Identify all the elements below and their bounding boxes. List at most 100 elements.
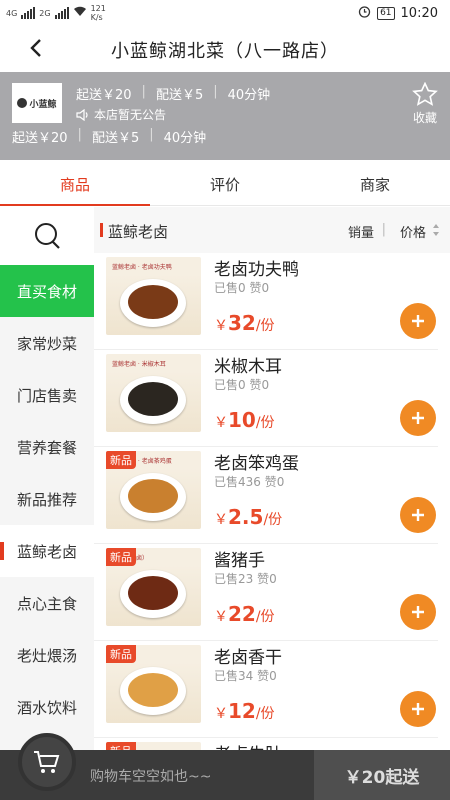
price-value: 12 <box>228 699 256 723</box>
signal-icon-2 <box>54 7 69 19</box>
sidebar-item-set-meal[interactable]: 营养套餐 <box>0 421 94 473</box>
new-badge: 新品 <box>106 548 136 566</box>
price-unit: /份 <box>263 512 283 528</box>
product-price: ￥22/份 <box>214 602 275 626</box>
currency-symbol: ￥ <box>214 609 228 625</box>
store-logo[interactable]: 小蓝鲸 <box>12 83 62 123</box>
store-notice: 本店暂无公告 <box>76 106 166 123</box>
product-item[interactable]: 新品 老卤牛肚 ￥ <box>94 738 438 750</box>
delivery-time: 40分钟 <box>163 131 207 146</box>
product-stats: 已售0 赞0 <box>214 378 270 392</box>
add-to-cart-button[interactable] <box>400 691 436 727</box>
product-item[interactable]: 蓝鲸老卤 · 老卤茶鸡蛋 新品 老卤笨鸡蛋 已售436 赞0 ￥2.5/份 <box>94 447 438 544</box>
favorite-button[interactable]: 收藏 <box>412 81 438 126</box>
clock: 10:20 <box>400 6 438 21</box>
food-shape <box>128 576 178 610</box>
page-title: 小蓝鲸湖北菜（八一路店） <box>111 41 339 62</box>
sidebar-item-dim-sum[interactable]: 点心主食 <box>0 577 94 629</box>
plus-icon <box>412 315 424 327</box>
favorite-label: 收藏 <box>412 111 437 125</box>
signal-icon <box>21 7 36 19</box>
delivery-fee: 配送￥5 <box>155 88 204 103</box>
plus-icon <box>412 509 424 521</box>
price-value: 10 <box>228 408 256 432</box>
sidebar-item-drinks[interactable]: 酒水饮料 <box>0 681 94 733</box>
separator: | <box>77 127 82 142</box>
product-price: ￥12/份 <box>214 699 275 723</box>
cart-icon <box>34 751 60 773</box>
product-item[interactable]: 蓝鲸老卤 · 米椒木耳 米椒木耳 已售0 赞0 ￥10/份 <box>94 350 438 447</box>
checkout-button[interactable]: ￥20起送 <box>314 750 450 800</box>
price-unit: /份 <box>255 609 275 625</box>
plus-icon <box>412 703 424 715</box>
sort-arrows-icon[interactable] <box>432 223 440 237</box>
separator: | <box>149 127 154 142</box>
new-badge: 新品 <box>106 645 136 663</box>
add-to-cart-button[interactable] <box>400 497 436 533</box>
sidebar-item-home-dishes[interactable]: 家常炒菜 <box>0 317 94 369</box>
alarm-icon <box>358 5 371 22</box>
product-image[interactable]: 老卤香干 新品 <box>106 645 201 723</box>
tab-reviews[interactable]: 评价 <box>150 160 300 205</box>
sort-by-price[interactable]: 价格 <box>400 222 426 241</box>
product-image[interactable]: 蓝鲸老卤 · 米椒木耳 <box>106 354 201 432</box>
network-label: 4G <box>6 8 18 18</box>
store-info-row-2: 起送￥20 | 配送￥5 | 40分钟 <box>12 127 206 146</box>
image-caption: 蓝鲸老卤 · 米椒木耳 <box>112 361 166 368</box>
sidebar-item-fresh[interactable]: 直买食材 <box>0 265 94 317</box>
price-value: 22 <box>228 602 256 626</box>
product-stats: 已售34 赞0 <box>214 669 277 683</box>
product-image[interactable]: 蓝鲸老卤 · 老卤茶鸡蛋 新品 <box>106 451 201 529</box>
product-item[interactable]: 老卤香干 新品 老卤香干 已售34 赞0 ￥12/份 <box>94 641 438 738</box>
product-image[interactable]: 酱猪手（卤） 新品 <box>106 548 201 626</box>
product-item[interactable]: 蓝鲸老卤 · 老卤功夫鸭 老卤功夫鸭 已售0 赞0 ￥32/份 <box>94 253 438 350</box>
product-image[interactable]: 新品 <box>106 742 201 750</box>
product-name: 酱猪手 <box>214 551 265 571</box>
battery-icon: 61 <box>377 7 395 20</box>
plus-icon <box>412 412 424 424</box>
min-order: 起送￥20 <box>12 131 68 146</box>
cart-button[interactable] <box>18 733 76 791</box>
delivery-fee: 配送￥5 <box>91 131 140 146</box>
sidebar-item-new[interactable]: 新品推荐 <box>0 473 94 525</box>
add-to-cart-button[interactable] <box>400 594 436 630</box>
add-to-cart-button[interactable] <box>400 303 436 339</box>
currency-symbol: ￥ <box>214 706 228 722</box>
sidebar-item-store-sale[interactable]: 门店售卖 <box>0 369 94 421</box>
tab-merchant[interactable]: 商家 <box>300 160 450 205</box>
sidebar-item-soup[interactable]: 老灶煨汤 <box>0 629 94 681</box>
price-unit: /份 <box>255 706 275 722</box>
sidebar-item-braised[interactable]: 蓝鲸老卤 <box>0 525 94 577</box>
search-button[interactable] <box>0 207 94 265</box>
food-shape <box>128 382 178 416</box>
status-bar: 4G 2G 121 K/s 61 10:20 <box>0 0 450 26</box>
add-to-cart-button[interactable] <box>400 400 436 436</box>
image-caption: 蓝鲸老卤 · 老卤功夫鸭 <box>112 264 172 271</box>
cart-empty-text: 购物车空空如也~~ <box>90 769 212 785</box>
price-value: 32 <box>228 311 256 335</box>
product-list[interactable]: 蓝鲸老卤 · 老卤功夫鸭 老卤功夫鸭 已售0 赞0 ￥32/份 蓝鲸老卤 · 米… <box>94 253 450 750</box>
list-header: 蓝鲸老卤 销量 | 价格 <box>94 207 450 253</box>
separator: | <box>141 84 146 99</box>
store-info-row: 起送￥20 | 配送￥5 | 40分钟 <box>76 84 270 103</box>
separator: | <box>213 84 218 99</box>
product-stats: 已售436 赞0 <box>214 475 285 489</box>
product-price: ￥32/份 <box>214 311 275 335</box>
tab-products[interactable]: 商品 <box>0 160 150 206</box>
search-icon <box>35 223 60 249</box>
price-value: 2.5 <box>228 505 264 529</box>
product-name: 米椒木耳 <box>214 357 282 377</box>
tab-bar: 商品 评价 商家 <box>0 160 450 206</box>
category-title: 蓝鲸老卤 <box>99 223 169 241</box>
product-stats: 已售0 赞0 <box>214 281 270 295</box>
product-price: ￥2.5/份 <box>214 505 282 529</box>
sort-by-sales[interactable]: 销量 <box>348 222 374 241</box>
network-speed: 121 K/s <box>90 4 106 22</box>
product-item[interactable]: 酱猪手（卤） 新品 酱猪手 已售23 赞0 ￥22/份 <box>94 544 438 641</box>
plus-icon <box>412 606 424 618</box>
food-shape <box>128 673 178 707</box>
food-shape <box>128 285 178 319</box>
currency-symbol: ￥ <box>214 512 228 528</box>
new-badge: 新品 <box>106 742 136 750</box>
product-image[interactable]: 蓝鲸老卤 · 老卤功夫鸭 <box>106 257 201 335</box>
